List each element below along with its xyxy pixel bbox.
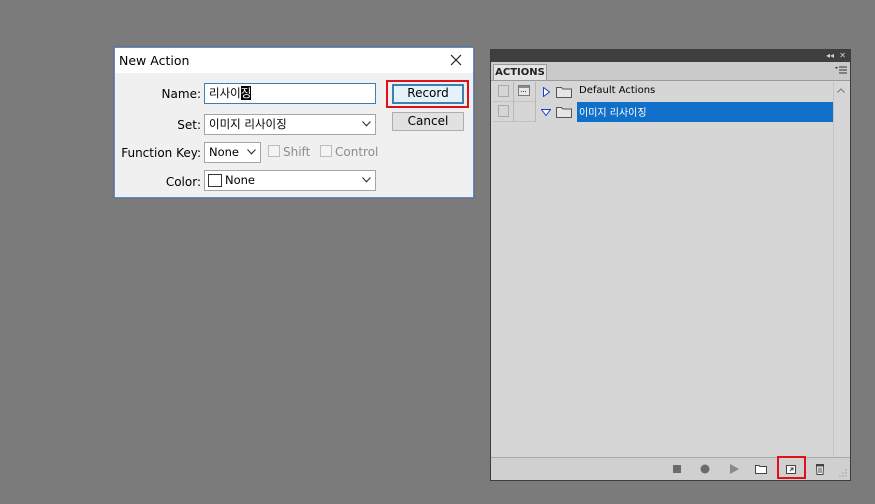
record-icon[interactable] <box>698 462 712 476</box>
set-select[interactable]: 이미지 리사이징 <box>204 114 376 135</box>
resize-grip-icon[interactable] <box>839 469 847 477</box>
expand-triangle-icon[interactable] <box>543 87 550 97</box>
function-key-value: None <box>209 145 240 159</box>
action-set-name: Default Actions <box>579 85 656 96</box>
set-label: Set: <box>177 118 201 132</box>
selected-row-highlight: 이미지 리사이징 <box>577 102 833 122</box>
toggle-item-checkbox[interactable] <box>498 105 509 117</box>
list-item[interactable]: 이미지 리사이징 <box>493 102 833 122</box>
function-key-select[interactable]: None <box>204 142 261 163</box>
control-checkbox[interactable] <box>320 145 332 157</box>
new-action-icon[interactable] <box>784 462 798 476</box>
panel-tab-bar: ACTIONS <box>491 62 850 81</box>
color-select[interactable]: None <box>204 170 376 191</box>
dialog-toggle-icon[interactable] <box>518 85 530 96</box>
dialog-toggle-cell <box>514 82 536 102</box>
chevron-down-icon <box>247 149 256 155</box>
tab-actions[interactable]: ACTIONS <box>493 64 547 80</box>
shift-label: Shift <box>283 145 311 159</box>
dialog-title-bar[interactable]: New Action <box>115 48 473 73</box>
toggle-item-checkbox[interactable] <box>498 85 509 97</box>
actions-panel: ◂◂ ✕ ACTIONS Default Actions 이미지 리사이징 <box>490 49 851 481</box>
close-icon <box>450 54 462 66</box>
collapse-icon[interactable]: ◂◂ <box>826 51 834 61</box>
set-select-value: 이미지 리사이징 <box>209 117 287 131</box>
color-swatch <box>208 174 222 187</box>
new-action-dialog: New Action Name: 리사이징 Set: 이미지 리사이징 Func… <box>114 47 474 198</box>
list-item[interactable]: Default Actions <box>493 82 833 102</box>
panel-toolbar <box>491 456 850 480</box>
scrollbar[interactable] <box>833 82 848 472</box>
name-input-text: 리사이 <box>209 86 241 100</box>
function-key-label: Function Key: <box>121 146 201 160</box>
collapse-triangle-icon[interactable] <box>541 109 551 116</box>
chevron-down-icon <box>362 177 371 183</box>
stop-icon[interactable] <box>670 462 684 476</box>
dialog-toggle-cell <box>514 102 536 122</box>
play-icon[interactable] <box>727 462 741 476</box>
action-set-name: 이미지 리사이징 <box>579 108 647 119</box>
color-label: Color: <box>165 175 201 189</box>
trash-icon[interactable] <box>813 462 827 476</box>
shift-checkbox[interactable] <box>268 145 280 157</box>
control-label: Control <box>335 145 379 159</box>
toggle-cell <box>493 82 514 102</box>
record-button[interactable]: Record <box>392 84 464 104</box>
name-input-selected-text: 징 <box>240 86 252 100</box>
close-button[interactable] <box>444 49 468 71</box>
panel-menu-icon[interactable] <box>835 66 847 75</box>
panel-header-strip[interactable]: ◂◂ ✕ <box>491 50 850 62</box>
color-select-value: None <box>225 173 256 187</box>
close-panel-icon[interactable]: ✕ <box>839 51 846 61</box>
name-input[interactable]: 리사이징 <box>204 83 376 104</box>
folder-icon <box>556 87 572 98</box>
toggle-cell <box>493 102 514 122</box>
actions-list: Default Actions 이미지 리사이징 <box>493 82 833 472</box>
name-label: Name: <box>161 87 201 101</box>
cancel-button[interactable]: Cancel <box>392 112 464 131</box>
new-set-folder-icon[interactable] <box>754 462 768 476</box>
folder-icon <box>556 107 572 118</box>
chevron-down-icon <box>362 121 371 127</box>
scroll-up-icon[interactable] <box>837 88 845 93</box>
dialog-title: New Action <box>119 53 190 68</box>
